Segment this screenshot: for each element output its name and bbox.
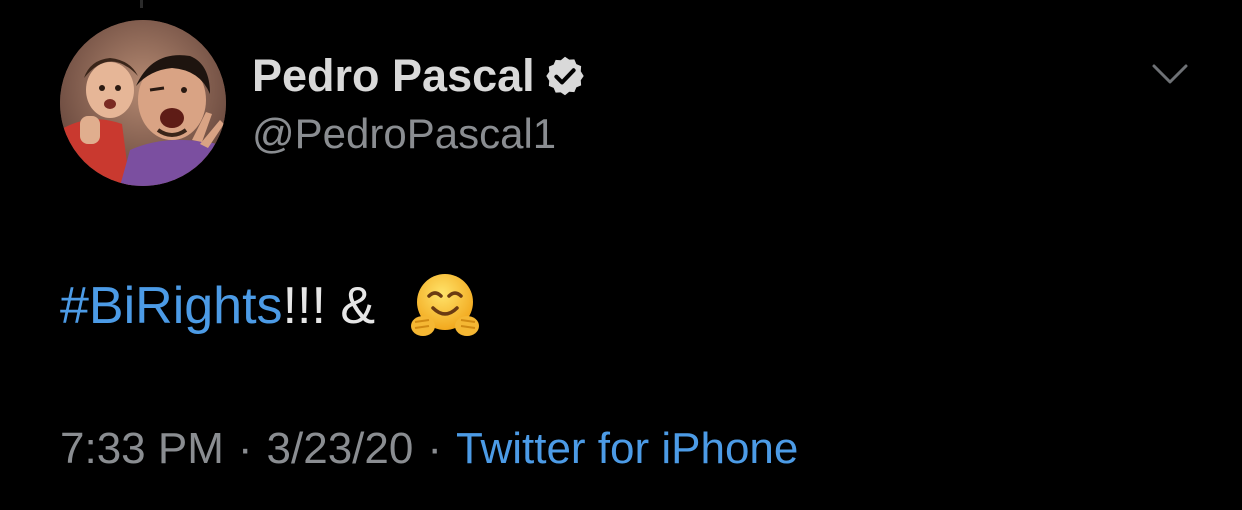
author-name-row[interactable]: Pedro Pascal xyxy=(252,48,587,104)
thread-line xyxy=(140,0,143,8)
tweet-source-link[interactable]: Twitter for iPhone xyxy=(456,424,798,473)
author-display-name[interactable]: Pedro Pascal xyxy=(252,50,535,102)
profile-photo-icon xyxy=(60,20,226,186)
tweet-body: #BiRights !!! & xyxy=(60,270,481,342)
hashtag-link[interactable]: #BiRights xyxy=(60,276,283,336)
avatar[interactable] xyxy=(60,20,226,186)
tweet-meta: 7:33 PM · 3/23/20 · Twitter for iPhone xyxy=(60,424,798,474)
separator-dot: · xyxy=(237,424,253,473)
tweet-detail: Pedro Pascal @PedroPascal1 #BiRights !!!… xyxy=(0,0,1242,510)
hugging-face-emoji-icon xyxy=(409,270,481,342)
separator-dot: · xyxy=(427,424,442,473)
tweet-time: 7:33 PM xyxy=(60,424,224,473)
author-handle[interactable]: @PedroPascal1 xyxy=(252,110,556,158)
verified-badge-icon xyxy=(543,54,587,98)
chevron-down-icon[interactable] xyxy=(1148,56,1192,90)
tweet-text-rest: !!! & xyxy=(282,277,390,335)
tweet-date: 3/23/20 xyxy=(266,424,414,473)
